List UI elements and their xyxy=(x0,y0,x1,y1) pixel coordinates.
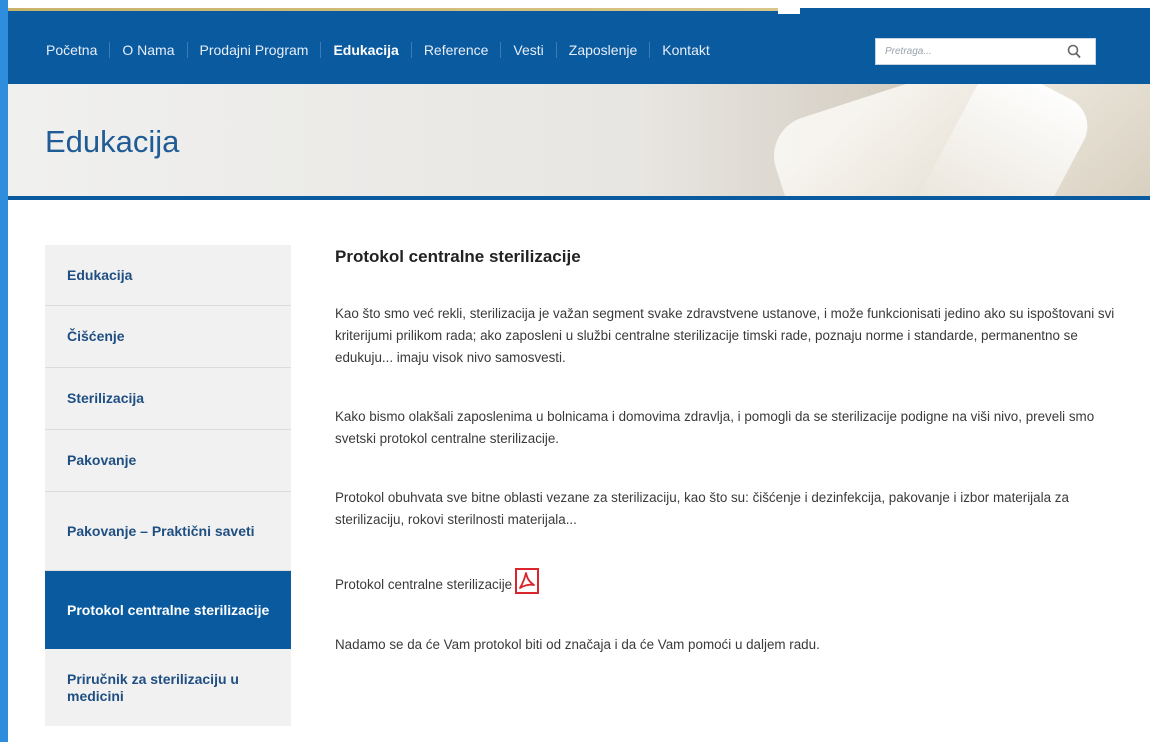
nav-item-pocetna[interactable]: Početna xyxy=(46,42,111,58)
sidebar-item-pakovanje[interactable]: Pakovanje xyxy=(45,430,291,492)
main-nav: Početna O Nama Prodajni Program Edukacij… xyxy=(46,42,722,58)
nav-item-o-nama[interactable]: O Nama xyxy=(110,42,188,58)
content-paragraph-4: Nadamo se da će Vam protokol biti od zna… xyxy=(335,637,820,652)
content-paragraph-1: Kao što smo već rekli, sterilizacija je … xyxy=(335,306,1115,365)
sidebar-item-label: Sterilizacija xyxy=(67,390,145,406)
content-paragraph-2: Kako bismo olakšali zaposlenima u bolnic… xyxy=(335,409,1095,446)
pdf-download-row: Protokol centralne sterilizacije xyxy=(335,568,1115,601)
sidebar-item-ciscenje[interactable]: Čišćenje xyxy=(45,306,291,368)
nav-item-kontakt[interactable]: Kontakt xyxy=(650,42,721,58)
sidebar-item-label: Protokol centralne sterilizacije xyxy=(67,601,270,618)
nav-item-prodajni-program[interactable]: Prodajni Program xyxy=(188,42,322,58)
banner-divider xyxy=(8,196,1150,200)
pdf-icon[interactable] xyxy=(515,568,540,601)
sidebar-item-edukacija[interactable]: Edukacija xyxy=(45,245,291,306)
page: Početna O Nama Prodajni Program Edukacij… xyxy=(8,0,1150,742)
content-title: Protokol centralne sterilizacije xyxy=(335,247,581,266)
sidebar-item-pakovanje-prakticni-saveti[interactable]: Pakovanje – Praktični saveti xyxy=(45,492,291,571)
sidebar-item-label: Pakovanje xyxy=(67,452,137,468)
search-box xyxy=(875,38,1096,65)
page-banner: Edukacija xyxy=(8,84,1150,196)
pdf-download-link[interactable]: Protokol centralne sterilizacije xyxy=(335,574,512,596)
sidebar-item-prirucnik-za-sterilizaciju[interactable]: Priručnik za sterilizaciju u medicini xyxy=(45,649,291,726)
sidebar-item-label: Edukacija xyxy=(67,266,133,283)
page-title: Edukacija xyxy=(45,124,180,159)
sidebar-item-label: Pakovanje – Praktični saveti xyxy=(67,522,255,539)
nav-item-edukacija[interactable]: Edukacija xyxy=(321,42,412,58)
search-input[interactable] xyxy=(876,39,1051,64)
nav-item-zaposlenje[interactable]: Zaposlenje xyxy=(557,42,651,58)
nav-item-vesti[interactable]: Vesti xyxy=(501,42,557,58)
nav-item-reference[interactable]: Reference xyxy=(412,42,502,58)
sidebar-item-label: Čišćenje xyxy=(67,328,125,344)
sidebar-item-protokol-centralne-sterilizacije[interactable]: Protokol centralne sterilizacije xyxy=(45,571,291,649)
sidebar-item-label: Priručnik za sterilizaciju u medicini xyxy=(67,670,239,704)
search-icon[interactable] xyxy=(1067,44,1081,64)
main-navbar: Početna O Nama Prodajni Program Edukacij… xyxy=(8,14,1150,84)
sidebar-menu: Edukacija Čišćenje Sterilizacija Pakovan… xyxy=(45,245,291,726)
main-content: Protokol centralne sterilizacije Kao što… xyxy=(335,246,1115,693)
content-paragraph-3: Protokol obuhvata sve bitne oblasti veza… xyxy=(335,490,1069,527)
sidebar-item-sterilizacija[interactable]: Sterilizacija xyxy=(45,368,291,430)
